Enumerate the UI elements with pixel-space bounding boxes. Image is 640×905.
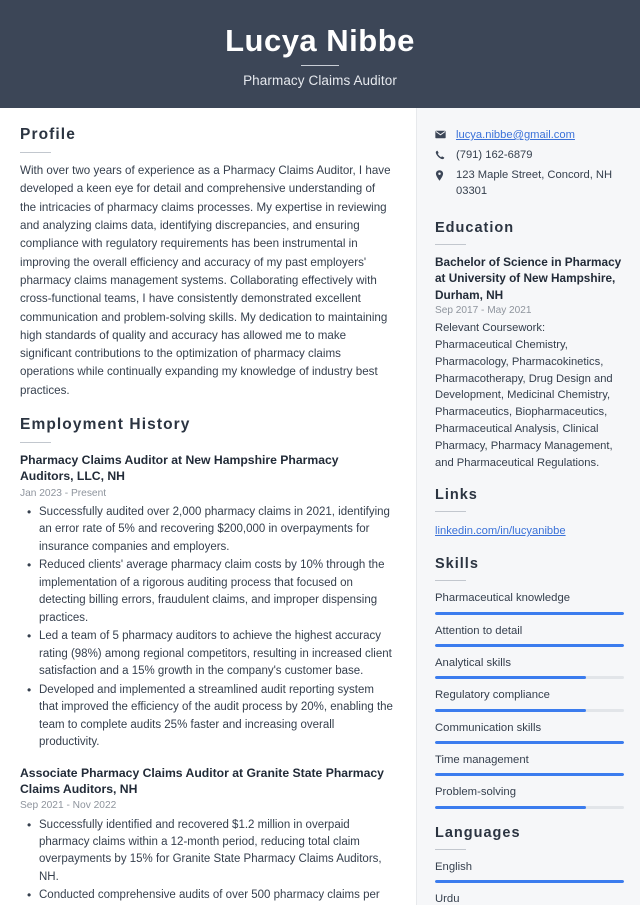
location-pin-icon [435,168,450,181]
skill-item: Attention to detail [435,623,624,647]
employment-entry: Pharmacy Claims Auditor at New Hampshire… [20,452,394,752]
job-bullet-list: Successfully audited over 2,000 pharmacy… [20,503,394,752]
skill-item: Problem-solving [435,784,624,809]
skill-bar-track [435,741,624,745]
skill-item: Analytical skills [435,655,624,680]
contact-address-row: 123 Maple Street, Concord, NH 03301 [435,168,624,200]
skill-label: Communication skills [435,721,542,734]
links-heading-rule [435,511,466,513]
education-heading-rule [435,243,466,245]
skill-item: Communication skills [435,720,624,745]
skill-label: Problem-solving [435,786,516,799]
section-languages: Languages English Urdu [435,825,624,905]
languages-heading-rule [435,848,466,850]
skill-bar-track [435,773,624,777]
skill-bar-fill [435,805,587,809]
resume-header: Lucya Nibbe Pharmacy Claims Auditor [0,0,640,108]
address-text: 123 Maple Street, Concord, NH 03301 [456,168,613,197]
education-description: Relevant Coursework: Pharmaceutical Chem… [435,322,613,469]
skill-bar-track [435,676,624,680]
contact-email-row[interactable]: lucya.nibbe@gmail.com [435,128,624,144]
sidebar-column: lucya.nibbe@gmail.com (791) 162-6879 123… [416,108,640,905]
header-divider [301,65,339,67]
skill-bar-fill [435,611,624,615]
job-title: Associate Pharmacy Claims Auditor at Gra… [20,765,384,796]
skill-bar-track [435,708,624,712]
section-education: Education Bachelor of Science in Pharmac… [435,220,624,472]
profile-text: With over two years of experience as a P… [20,164,391,397]
skill-label: Analytical skills [435,656,511,669]
skill-label: Attention to detail [435,624,523,637]
skill-bar-fill [435,643,624,647]
skill-item: Pharmaceutical knowledge [435,590,624,615]
skill-label: Time management [435,754,529,767]
skill-item: Regulatory compliance [435,687,624,712]
job-bullet: Successfully audited over 2,000 pharmacy… [27,503,394,556]
candidate-job-title: Pharmacy Claims Auditor [243,73,397,89]
education-date-range: Sep 2017 - May 2021 [435,305,532,317]
resume-document: Lucya Nibbe Pharmacy Claims Auditor Prof… [0,0,640,905]
skill-bar-fill [435,773,624,777]
phone-icon [435,148,450,160]
links-heading: Links [435,487,478,504]
profile-heading-rule [20,152,51,153]
language-label: English [435,860,473,873]
skills-heading: Skills [435,556,479,573]
skill-label: Pharmaceutical knowledge [435,592,571,605]
candidate-name: Lucya Nibbe [225,22,415,58]
language-bar-fill [435,880,624,884]
skill-bar-fill [435,708,587,712]
skill-bar-fill [435,676,587,680]
contact-phone-row: (791) 162-6879 [435,148,624,164]
job-bullet: Successfully identified and recovered $1… [27,816,394,887]
employment-entry: Associate Pharmacy Claims Auditor at Gra… [20,765,394,905]
resume-body: Profile With over two years of experienc… [0,108,640,905]
links-list: linkedin.com/in/lucyanibbe [435,521,624,540]
skill-bar-track [435,805,624,809]
education-degree: Bachelor of Science in Pharmacy at Unive… [435,254,622,302]
profile-heading: Profile [20,126,76,143]
job-bullet: Developed and implemented a streamlined … [27,681,394,752]
skill-bar-track [435,611,624,615]
main-column: Profile With over two years of experienc… [0,108,416,905]
section-links: Links linkedin.com/in/lucyanibbe [435,487,624,540]
job-bullet: Led a team of 5 pharmacy auditors to ach… [27,627,394,680]
job-bullet-list: Successfully identified and recovered $1… [20,816,394,905]
envelope-icon [435,128,450,139]
skills-heading-rule [435,580,466,582]
section-profile: Profile With over two years of experienc… [20,126,394,400]
employment-heading-rule [20,442,51,444]
language-label: Urdu [435,893,460,905]
language-item: Urdu [435,891,624,905]
email-link[interactable]: lucya.nibbe@gmail.com [456,129,575,141]
skill-bar-fill [435,741,624,745]
language-item: English [435,859,624,884]
job-title: Pharmacy Claims Auditor at New Hampshire… [20,453,339,484]
skill-item: Time management [435,752,624,777]
education-heading: Education [435,219,515,236]
section-skills: Skills Pharmaceutical knowledge Attentio… [435,556,624,809]
skill-bar-track [435,643,624,647]
job-date-range: Jan 2023 - Present [20,487,107,499]
languages-heading: Languages [435,824,521,841]
job-date-range: Sep 2021 - Nov 2022 [20,800,117,812]
skill-label: Regulatory compliance [435,689,550,702]
section-employment-history: Employment History Pharmacy Claims Audit… [20,416,394,905]
language-bar-track [435,880,624,884]
job-bullet: Reduced clients' average pharmacy claim … [27,556,394,627]
contact-block: lucya.nibbe@gmail.com (791) 162-6879 123… [435,128,624,200]
linkedin-link[interactable]: linkedin.com/in/lucyanibbe [435,525,566,537]
job-bullet: Conducted comprehensive audits of over 5… [27,886,394,905]
phone-number: (791) 162-6879 [456,148,533,161]
employment-heading: Employment History [20,416,191,434]
